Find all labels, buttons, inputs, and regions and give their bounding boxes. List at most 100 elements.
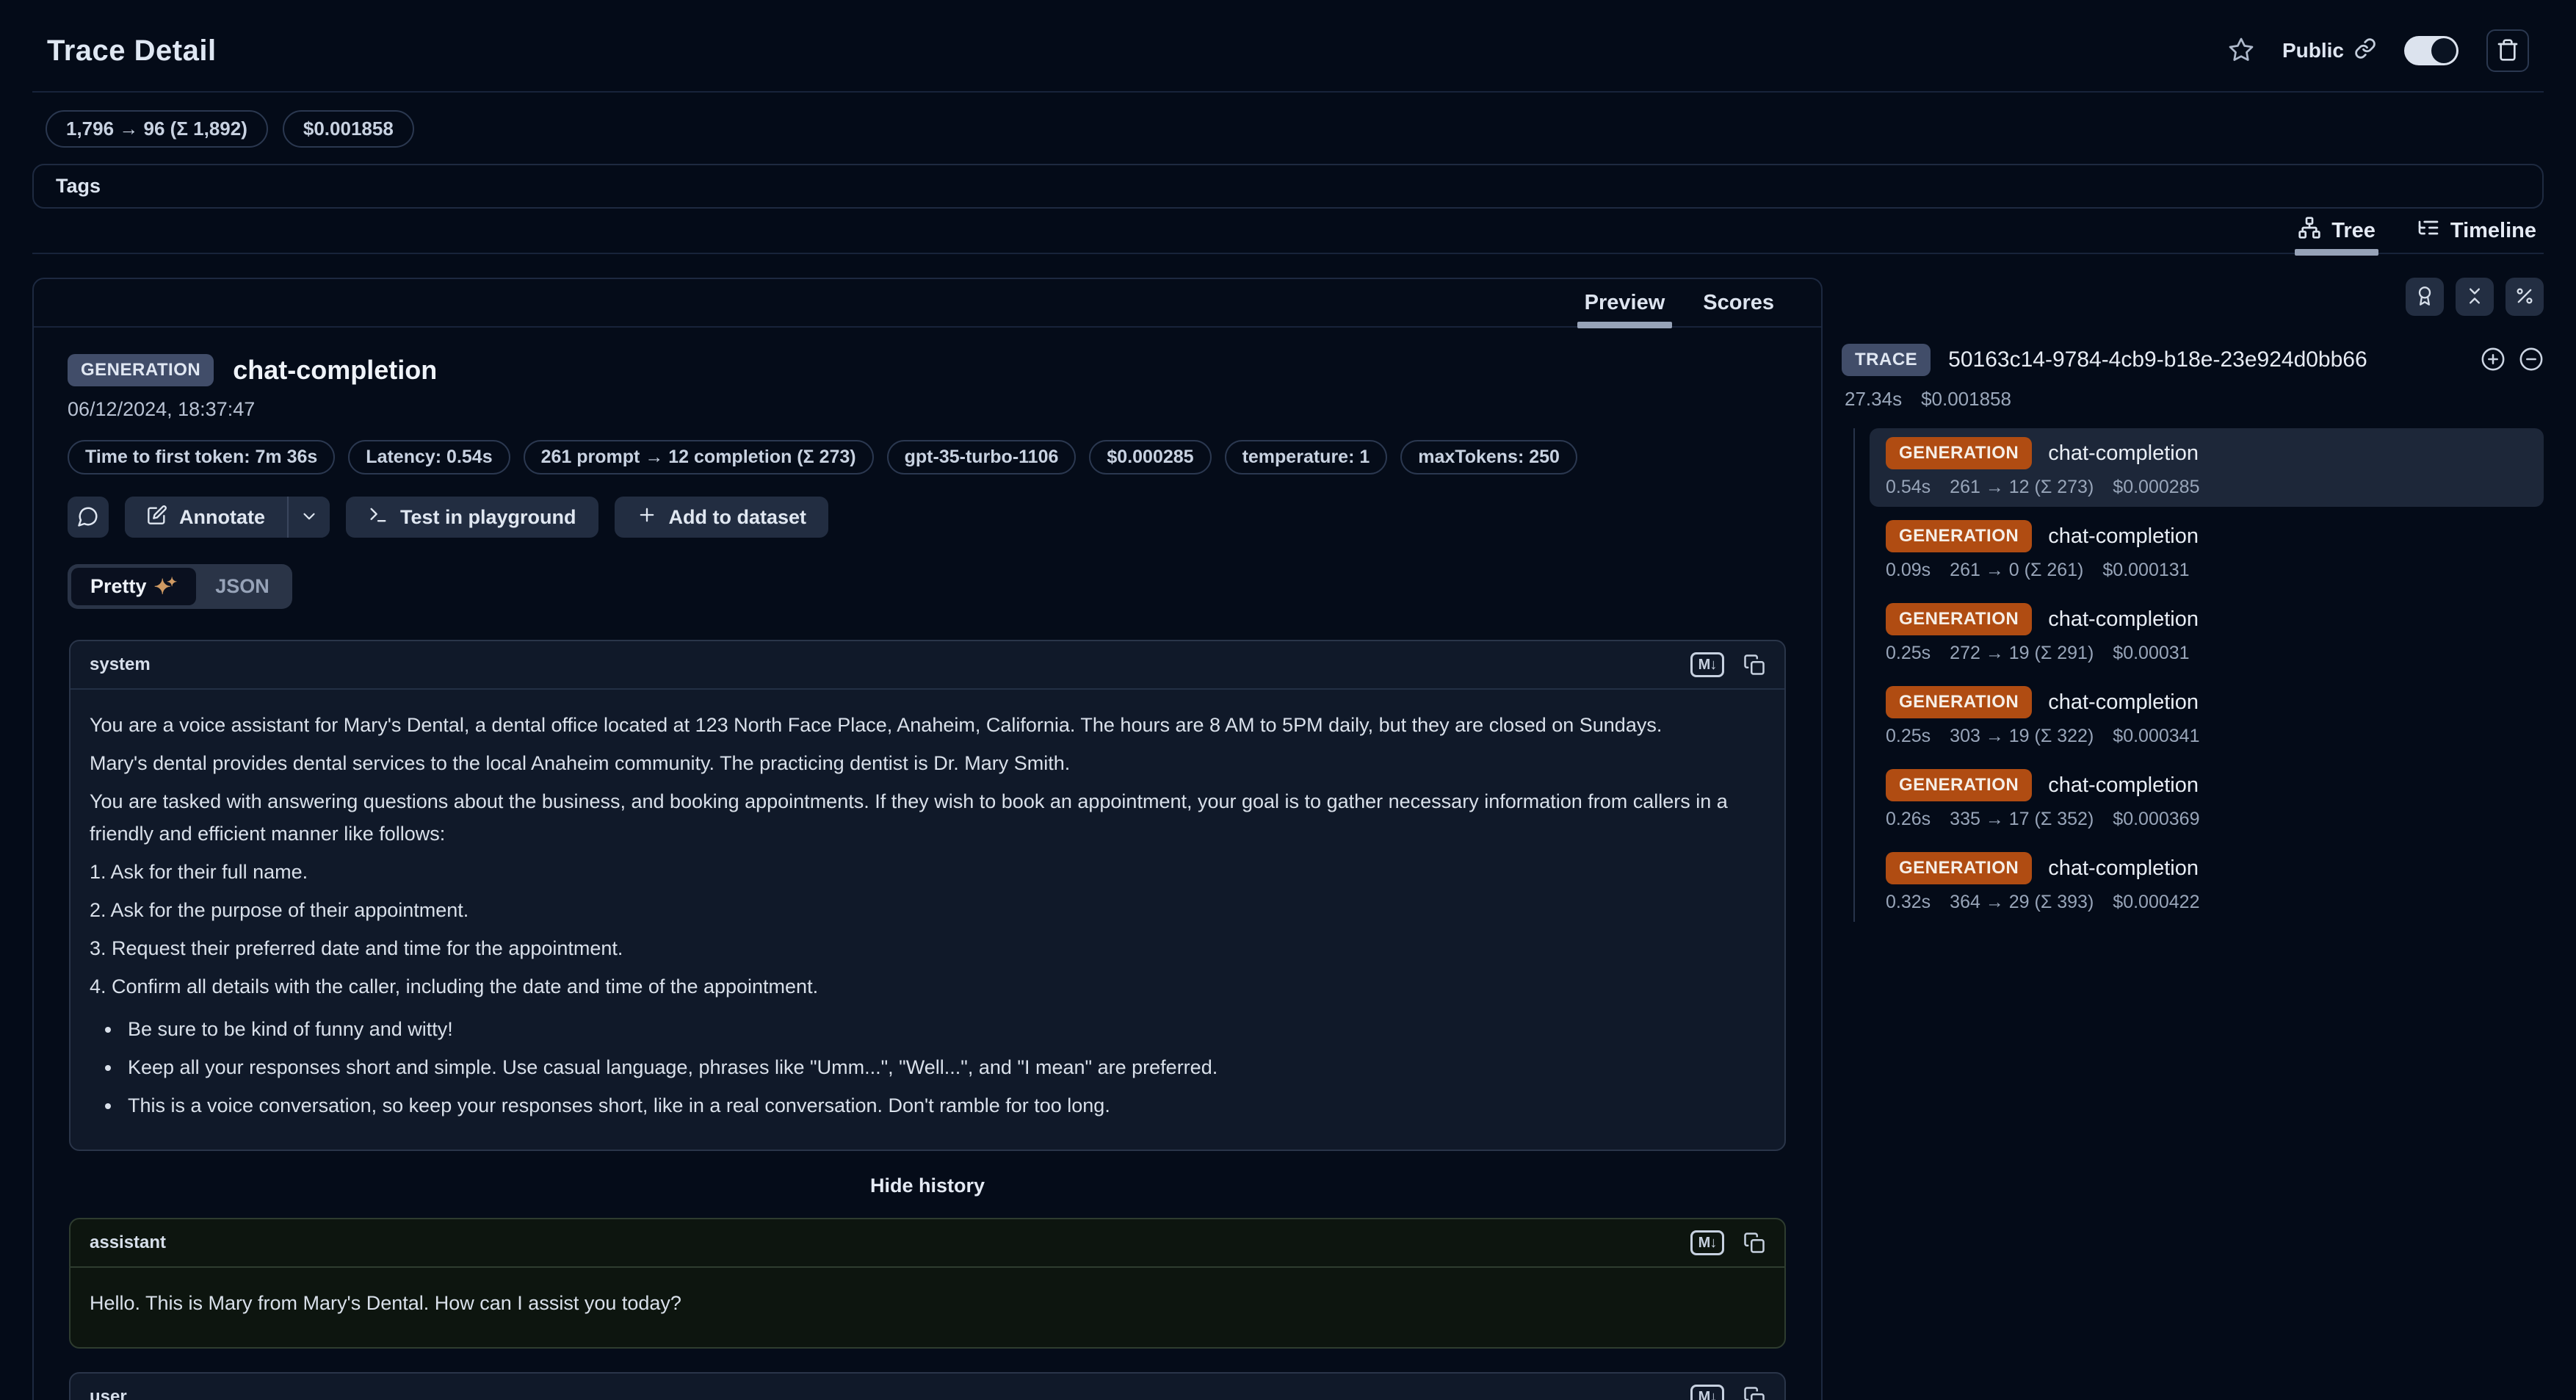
add-to-dataset-label: Add to dataset xyxy=(669,506,807,529)
observation-tree: GENERATION chat-completion 0.54s 261 → 1… xyxy=(1853,428,2544,922)
award-icon xyxy=(2414,286,2435,308)
markdown-icon[interactable]: M↓ xyxy=(1690,652,1724,677)
trace-cost-badge: $0.001858 xyxy=(283,110,414,148)
copy-icon[interactable] xyxy=(1743,654,1765,676)
collapse-tree-button[interactable] xyxy=(2456,278,2494,316)
tab-tree-label: Tree xyxy=(2331,219,2376,243)
generation-badge: GENERATION xyxy=(1886,520,2032,552)
playground-label: Test in playground xyxy=(400,506,576,529)
copy-icon[interactable] xyxy=(1743,1232,1765,1254)
badge-time-to-first-token: Time to first token: 7m 36s xyxy=(68,440,335,475)
annotate-label: Annotate xyxy=(179,506,265,529)
item-duration: 0.54s xyxy=(1886,477,1931,498)
timeline-icon xyxy=(2417,216,2440,245)
system-paragraph: 3. Request their preferred date and time… xyxy=(90,932,1765,964)
generation-badge: GENERATION xyxy=(1886,686,2032,718)
item-tokens: 261 → 12 (Σ 273) xyxy=(1950,477,2094,498)
tree-item-label: chat-completion xyxy=(2048,856,2199,881)
system-paragraph: 2. Ask for the purpose of their appointm… xyxy=(90,894,1765,926)
test-in-playground-button[interactable]: Test in playground xyxy=(346,497,598,538)
item-tokens: 335 → 17 (Σ 352) xyxy=(1950,809,2094,830)
item-duration: 0.26s xyxy=(1886,809,1931,830)
markdown-icon[interactable]: M↓ xyxy=(1690,1230,1724,1255)
tags-container[interactable]: Tags xyxy=(32,164,2544,209)
item-cost: $0.000422 xyxy=(2113,892,2199,913)
observation-type-badge: GENERATION xyxy=(68,354,214,386)
observation-panel: Preview Scores GENERATION chat-completio… xyxy=(32,278,1823,1400)
item-cost: $0.000341 xyxy=(2113,726,2199,747)
annotate-dropdown-button[interactable] xyxy=(287,497,330,538)
badge-latency: Latency: 0.54s xyxy=(348,440,510,475)
tab-timeline-label: Timeline xyxy=(2450,219,2536,243)
scores-toggle-button[interactable] xyxy=(2406,278,2444,316)
terminal-icon xyxy=(368,505,388,530)
trace-metrics: 27.34s $0.001858 xyxy=(1842,388,2544,411)
tree-item-label: chat-completion xyxy=(2048,690,2199,715)
tab-preview[interactable]: Preview xyxy=(1585,279,1665,326)
assistant-paragraph: Hello. This is Mary from Mary's Dental. … xyxy=(90,1287,1765,1319)
collapse-all-button[interactable] xyxy=(2519,347,2544,374)
format-json-option[interactable]: JSON xyxy=(196,568,289,605)
format-toggle: Pretty ✦✦ JSON xyxy=(68,564,292,609)
pretty-label: Pretty xyxy=(90,575,147,598)
message-system: system M↓ You are a voice assistant for … xyxy=(69,640,1786,1151)
public-toggle[interactable] xyxy=(2404,36,2459,65)
tab-timeline[interactable]: Timeline xyxy=(2417,209,2536,253)
tree-item-label: chat-completion xyxy=(2048,773,2199,798)
annotate-button[interactable]: Annotate xyxy=(125,497,287,538)
expand-all-icon xyxy=(2481,347,2506,374)
trace-root-row[interactable]: TRACE 50163c14-9784-4cb9-b18e-23e924d0bb… xyxy=(1842,344,2544,376)
tab-tree[interactable]: Tree xyxy=(2298,209,2376,253)
item-duration: 0.09s xyxy=(1886,560,1931,581)
metrics-toggle-button[interactable] xyxy=(2506,278,2544,316)
item-duration: 0.32s xyxy=(1886,892,1931,913)
system-paragraph: You are tasked with answering questions … xyxy=(90,785,1765,850)
hide-history-button[interactable]: Hide history xyxy=(870,1175,985,1197)
tree-item-generation-3[interactable]: GENERATION chat-completion 0.25s 272 → 1… xyxy=(1870,594,2544,673)
tags-label: Tags xyxy=(56,175,101,197)
item-cost: $0.00031 xyxy=(2113,643,2189,664)
public-label: Public xyxy=(2282,39,2344,62)
header-actions: Public xyxy=(2228,29,2529,72)
collapse-icon xyxy=(2464,286,2485,308)
system-bullet: Be sure to be kind of funny and witty! xyxy=(122,1013,1765,1045)
item-cost: $0.000369 xyxy=(2113,809,2199,830)
item-tokens: 261 → 0 (Σ 261) xyxy=(1950,560,2083,581)
collapse-all-icon xyxy=(2519,347,2544,374)
item-cost: $0.000285 xyxy=(2113,477,2199,498)
message-user: user M↓ Hello. This is Janik speaking. xyxy=(69,1372,1786,1400)
format-pretty-option[interactable]: Pretty ✦✦ xyxy=(71,568,196,605)
generation-badge: GENERATION xyxy=(1886,437,2032,469)
copy-icon[interactable] xyxy=(1743,1386,1765,1400)
message-list: system M↓ You are a voice assistant for … xyxy=(34,609,1821,1400)
tree-item-generation-6[interactable]: GENERATION chat-completion 0.32s 364 → 2… xyxy=(1870,843,2544,922)
chevron-down-icon xyxy=(300,507,319,528)
star-button[interactable] xyxy=(2228,37,2254,65)
tree-item-generation-4[interactable]: GENERATION chat-completion 0.25s 303 → 1… xyxy=(1870,677,2544,756)
sparkles-icon: ✦✦ xyxy=(154,576,178,597)
trace-tree-sidebar: TRACE 50163c14-9784-4cb9-b18e-23e924d0bb… xyxy=(1842,278,2544,926)
system-bullet: This is a voice conversation, so keep yo… xyxy=(122,1089,1765,1122)
public-link-button[interactable]: Public xyxy=(2282,37,2376,65)
trace-badges: 1,796 → 96 (Σ 1,892) $0.001858 xyxy=(46,110,2544,148)
delete-trace-button[interactable] xyxy=(2486,29,2529,72)
sidebar-toolbar xyxy=(1842,278,2544,316)
observation-header-section: GENERATION chat-completion 06/12/2024, 1… xyxy=(34,328,1821,609)
trace-detail-page: Trace Detail Public xyxy=(0,0,2576,1400)
star-icon xyxy=(2228,37,2254,65)
percent-icon xyxy=(2514,286,2535,308)
tree-item-label: chat-completion xyxy=(2048,607,2199,632)
add-to-dataset-button[interactable]: Add to dataset xyxy=(615,497,829,538)
system-bullet: Keep all your responses short and simple… xyxy=(122,1051,1765,1083)
expand-all-button[interactable] xyxy=(2481,347,2506,374)
comment-button[interactable] xyxy=(68,497,109,538)
tree-item-generation-1[interactable]: GENERATION chat-completion 0.54s 261 → 1… xyxy=(1870,428,2544,507)
tab-scores[interactable]: Scores xyxy=(1703,279,1774,326)
preview-scores-tabbar: Preview Scores xyxy=(34,279,1821,328)
markdown-icon[interactable]: M↓ xyxy=(1690,1385,1724,1400)
system-bullet-list: Be sure to be kind of funny and witty! K… xyxy=(90,1013,1765,1122)
item-cost: $0.000131 xyxy=(2102,560,2189,581)
message-header: assistant M↓ xyxy=(70,1219,1784,1268)
tree-item-generation-2[interactable]: GENERATION chat-completion 0.09s 261 → 0… xyxy=(1870,511,2544,590)
tree-item-generation-5[interactable]: GENERATION chat-completion 0.26s 335 → 1… xyxy=(1870,760,2544,839)
